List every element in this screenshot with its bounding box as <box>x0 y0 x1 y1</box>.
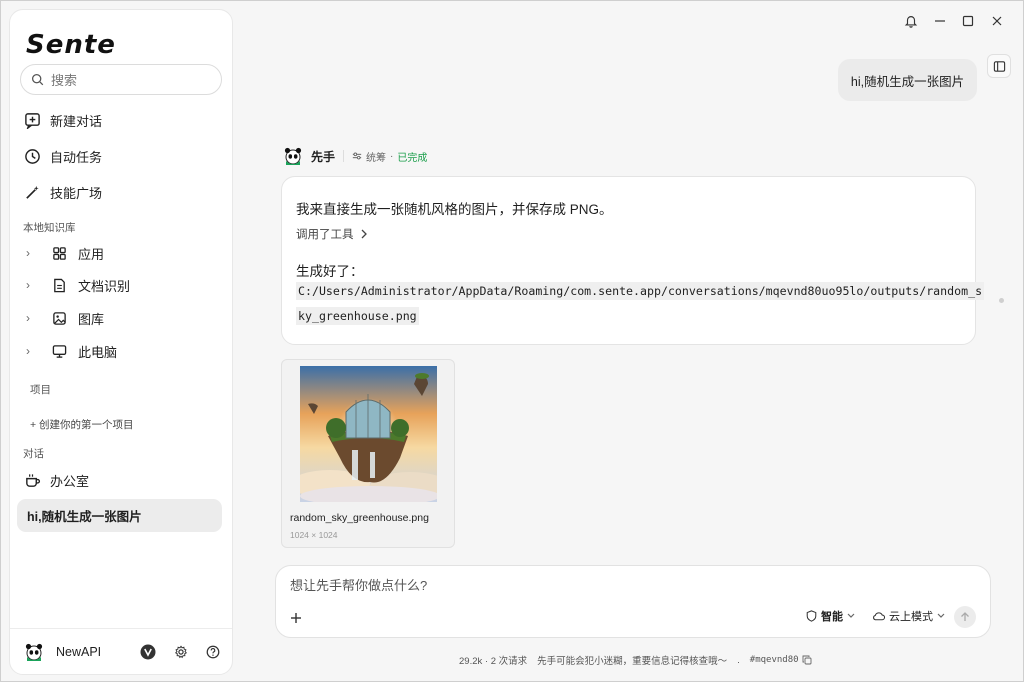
shield-icon <box>806 610 817 622</box>
message-input[interactable] <box>290 578 890 593</box>
token-count-value: 29.2k <box>459 656 483 667</box>
conversation-id: #mqevnd80 <box>749 655 799 665</box>
generated-image-thumbnail[interactable] <box>300 366 437 502</box>
search-icon <box>31 73 44 86</box>
kb-item-label: 此电脑 <box>78 344 118 360</box>
chevron-right-icon[interactable]: › <box>26 278 44 292</box>
send-button[interactable] <box>954 606 976 628</box>
vip-badge-icon[interactable] <box>140 644 156 660</box>
new-chat-label: 新建对话 <box>50 113 103 129</box>
assistant-header: 先手 统筹 · 已完成 <box>283 146 427 166</box>
scroll-indicator[interactable] <box>999 298 1004 303</box>
file-path-code: C:/Users/Administrator/AppData/Roaming/c… <box>296 282 985 300</box>
cloud-mode-dropdown[interactable]: 云上模式 <box>872 608 945 624</box>
notification-bell-icon[interactable] <box>901 11 921 31</box>
chevron-down-icon <box>937 613 945 618</box>
sliders-icon <box>352 152 362 160</box>
magic-wand-icon <box>26 185 39 199</box>
settings-gear-icon[interactable] <box>174 644 188 659</box>
chevron-right-icon[interactable]: › <box>26 344 44 358</box>
sidebar-panel-icon <box>993 60 1005 72</box>
assistant-avatar <box>284 147 302 165</box>
assistant-name: 先手 <box>311 149 336 164</box>
file-path-line2: ky_greenhouse.png <box>296 307 966 325</box>
assistant-meta: 统筹 · 已完成 <box>352 149 427 164</box>
arrow-up-icon <box>961 612 969 621</box>
search-placeholder: 搜索 <box>51 73 78 88</box>
app-logo: Sente <box>26 30 116 60</box>
disclaimer: 先手可能会犯小迷糊，重要信息记得核查哦〜 <box>537 656 728 667</box>
grid-icon <box>53 246 66 260</box>
conversation-label: hi,随机生成一张图片 <box>27 510 142 524</box>
kb-item-this-pc[interactable]: › 此电脑 <box>26 338 226 364</box>
dot-separator: . <box>737 654 740 666</box>
sidebar-footer: NewAPI <box>10 628 232 674</box>
kb-item-doc-recognition[interactable]: › 文档识别 <box>26 272 226 298</box>
create-project-link[interactable]: + 创建你的第一个项目 <box>30 417 134 432</box>
meta-dot: · <box>390 150 394 162</box>
chevron-right-icon[interactable]: › <box>26 246 44 260</box>
assistant-mode: 统筹 <box>366 152 387 164</box>
image-icon <box>53 311 66 325</box>
chevron-right-icon <box>361 229 367 239</box>
add-attachment-button[interactable] <box>290 608 302 629</box>
help-icon[interactable] <box>206 645 220 659</box>
conversation-item-active[interactable]: hi,随机生成一张图片 <box>17 499 222 532</box>
assistant-done-text: 生成好了： <box>296 264 364 279</box>
minimize-button[interactable] <box>930 11 950 31</box>
kb-item-apps[interactable]: › 应用 <box>26 240 226 266</box>
monitor-icon <box>52 344 67 358</box>
file-name: random_sky_greenhouse.png <box>290 512 429 524</box>
file-path-line1: C:/Users/Administrator/AppData/Roaming/c… <box>296 282 985 300</box>
file-dimensions: 1024 × 1024 <box>290 530 338 540</box>
auto-tasks-button[interactable]: 自动任务 <box>24 142 224 170</box>
user-message: hi,随机生成一张图片 <box>838 59 977 101</box>
new-chat-icon <box>25 112 40 129</box>
search-input[interactable]: 搜索 <box>20 64 222 95</box>
sidebar: Sente 搜索 新建对话 自动任务 技能广场 本地知识库 › 应用 › 文档识… <box>9 9 233 675</box>
tool-call-label: 调用了工具 <box>296 229 354 241</box>
assistant-message: 我来直接生成一张随机风格的图片，并保存成 PNG。 调用了工具 生成好了： C:… <box>281 176 985 345</box>
request-count: 2 次请求 <box>490 656 528 667</box>
chevron-right-icon[interactable]: › <box>26 311 44 325</box>
token-count: 29.2k · 2 次请求 <box>459 656 528 667</box>
close-button[interactable] <box>987 11 1007 31</box>
image-attachment-card[interactable]: random_sky_greenhouse.png 1024 × 1024 <box>281 359 455 548</box>
app-window: Sente 搜索 新建对话 自动任务 技能广场 本地知识库 › 应用 › 文档识… <box>0 0 1024 682</box>
status-badge: 已完成 <box>397 152 428 164</box>
plus-icon <box>291 613 301 623</box>
kb-section-label: 本地知识库 <box>23 222 76 234</box>
composer: 智能 云上模式 <box>275 565 991 638</box>
kb-item-label: 文档识别 <box>78 278 131 294</box>
assistant-text: 我来直接生成一张随机风格的图片，并保存成 PNG。 <box>296 202 613 217</box>
kb-item-label: 图库 <box>78 311 105 327</box>
auto-tasks-label: 自动任务 <box>50 149 103 165</box>
copy-icon[interactable] <box>802 655 812 665</box>
file-path-code: ky_greenhouse.png <box>296 307 419 325</box>
tool-call-toggle[interactable]: 调用了工具 <box>296 226 368 242</box>
document-icon <box>54 278 65 292</box>
conversation-label: 办公室 <box>50 473 90 489</box>
avatar[interactable] <box>24 642 44 662</box>
kb-item-label: 应用 <box>78 246 105 262</box>
chevron-down-icon <box>847 613 855 618</box>
maximize-button[interactable] <box>958 11 978 31</box>
smart-mode-label: 智能 <box>821 611 843 623</box>
cloud-icon <box>873 612 885 621</box>
conversation-item-office[interactable]: 办公室 <box>24 466 224 494</box>
conversations-section-label: 对话 <box>23 448 44 460</box>
cloud-mode-label: 云上模式 <box>889 611 933 623</box>
smart-mode-dropdown[interactable]: 智能 <box>806 608 855 624</box>
skills-plaza-button[interactable]: 技能广场 <box>24 178 224 206</box>
projects-section-label: 项目 <box>30 384 51 396</box>
new-chat-button[interactable]: 新建对话 <box>24 106 224 134</box>
panel-toggle-button[interactable] <box>987 54 1011 78</box>
status-bar: 29.2k · 2 次请求 先手可能会犯小迷糊，重要信息记得核查哦〜 . #mq… <box>459 653 812 667</box>
skills-plaza-label: 技能广场 <box>50 185 103 201</box>
clock-icon <box>25 148 40 164</box>
divider <box>343 150 345 162</box>
coffee-icon <box>26 473 40 487</box>
kb-item-gallery[interactable]: › 图库 <box>26 305 226 331</box>
user-name: NewAPI <box>56 644 102 659</box>
